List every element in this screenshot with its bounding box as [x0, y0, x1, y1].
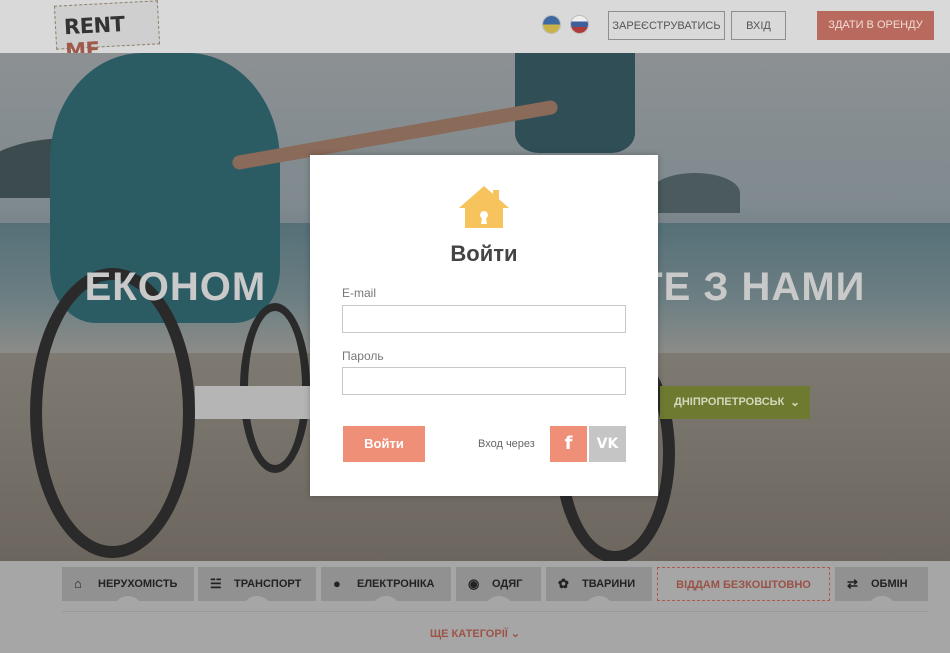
- scooter-icon: ☱: [210, 576, 222, 591]
- hero-photo-wheel: [30, 268, 195, 558]
- category-transport[interactable]: ☱ ТРАНСПОРТ: [198, 567, 316, 611]
- login-modal: Войти E-mail Пароль Войти Вход через f V…: [310, 155, 658, 496]
- category-label: ВІДДАМ БЕЗКОШТОВНО: [676, 579, 811, 591]
- category-label: ЕЛЕКТРОНІКА: [357, 578, 435, 590]
- city-select[interactable]: ДНІПРОПЕТРОВСЬК ⌄: [660, 386, 810, 419]
- house-icon: [459, 186, 509, 228]
- ua-flag-icon[interactable]: [543, 16, 560, 33]
- login-via-label: Вход через: [478, 438, 535, 450]
- hero-photo-island: [650, 173, 740, 213]
- more-categories-link[interactable]: ЩЕ КАТЕГОРІЇ ⌄: [0, 627, 950, 640]
- more-categories-label: ЩЕ КАТЕГОРІЇ: [429, 628, 508, 640]
- site-header: RENT ME ЗАРЕЄСТРУВАТИСЬ ВХІД ЗДАТИ В ОРЕ…: [0, 0, 950, 63]
- shuffle-icon: ⇄: [847, 576, 858, 591]
- logo[interactable]: RENT ME: [53, 0, 161, 63]
- chevron-down-icon: ⌄: [510, 628, 521, 640]
- category-label: ТРАНСПОРТ: [234, 578, 302, 590]
- email-field[interactable]: [342, 305, 626, 333]
- category-clothes[interactable]: ◉ ОДЯГ: [456, 567, 541, 611]
- submit-login-button[interactable]: Войти: [343, 426, 425, 462]
- password-label: Пароль: [342, 349, 384, 363]
- email-label: E-mail: [342, 286, 377, 300]
- category-exchange[interactable]: ⇄ ОБМІН: [835, 567, 928, 611]
- facebook-icon: f: [564, 433, 573, 454]
- hero-title-right: ТЕ З НАМИ: [638, 265, 866, 309]
- chevron-down-icon: ⌄: [789, 395, 800, 409]
- modal-title: Войти: [450, 241, 518, 266]
- hero-search-input[interactable]: [195, 386, 315, 419]
- category-label: НЕРУХОМІСТЬ: [98, 578, 178, 590]
- category-electronics[interactable]: ● ЕЛЕКТРОНІКА: [321, 567, 451, 611]
- login-button[interactable]: ВХІД: [731, 11, 786, 40]
- clothes-button-icon: ◉: [468, 576, 480, 591]
- ru-flag-icon[interactable]: [571, 16, 588, 33]
- facebook-login-button[interactable]: f: [550, 426, 587, 462]
- register-button[interactable]: ЗАРЕЄСТРУВАТИСЬ: [608, 11, 725, 40]
- category-animals[interactable]: ✿ ТВАРИНИ: [546, 567, 652, 611]
- category-nerukhomist[interactable]: ⌂ НЕРУХОМІСТЬ: [62, 567, 194, 611]
- city-select-label: ДНІПРОПЕТРОВСЬК: [674, 396, 785, 408]
- rent-out-button[interactable]: ЗДАТИ В ОРЕНДУ: [817, 11, 934, 40]
- home-icon: ⌂: [74, 576, 82, 591]
- hero-title-left: ЕКОНОМ: [84, 265, 267, 309]
- vk-icon: VK: [596, 436, 619, 452]
- logo-text-rent: RENT: [63, 12, 126, 40]
- electronics-icon: ●: [333, 576, 341, 591]
- paw-icon: ✿: [558, 576, 569, 591]
- vk-login-button[interactable]: VK: [589, 426, 626, 462]
- password-field[interactable]: [342, 367, 626, 395]
- category-label: ТВАРИНИ: [582, 578, 636, 590]
- divider: [62, 611, 928, 612]
- category-free[interactable]: ВІДДАМ БЕЗКОШТОВНО: [657, 567, 830, 601]
